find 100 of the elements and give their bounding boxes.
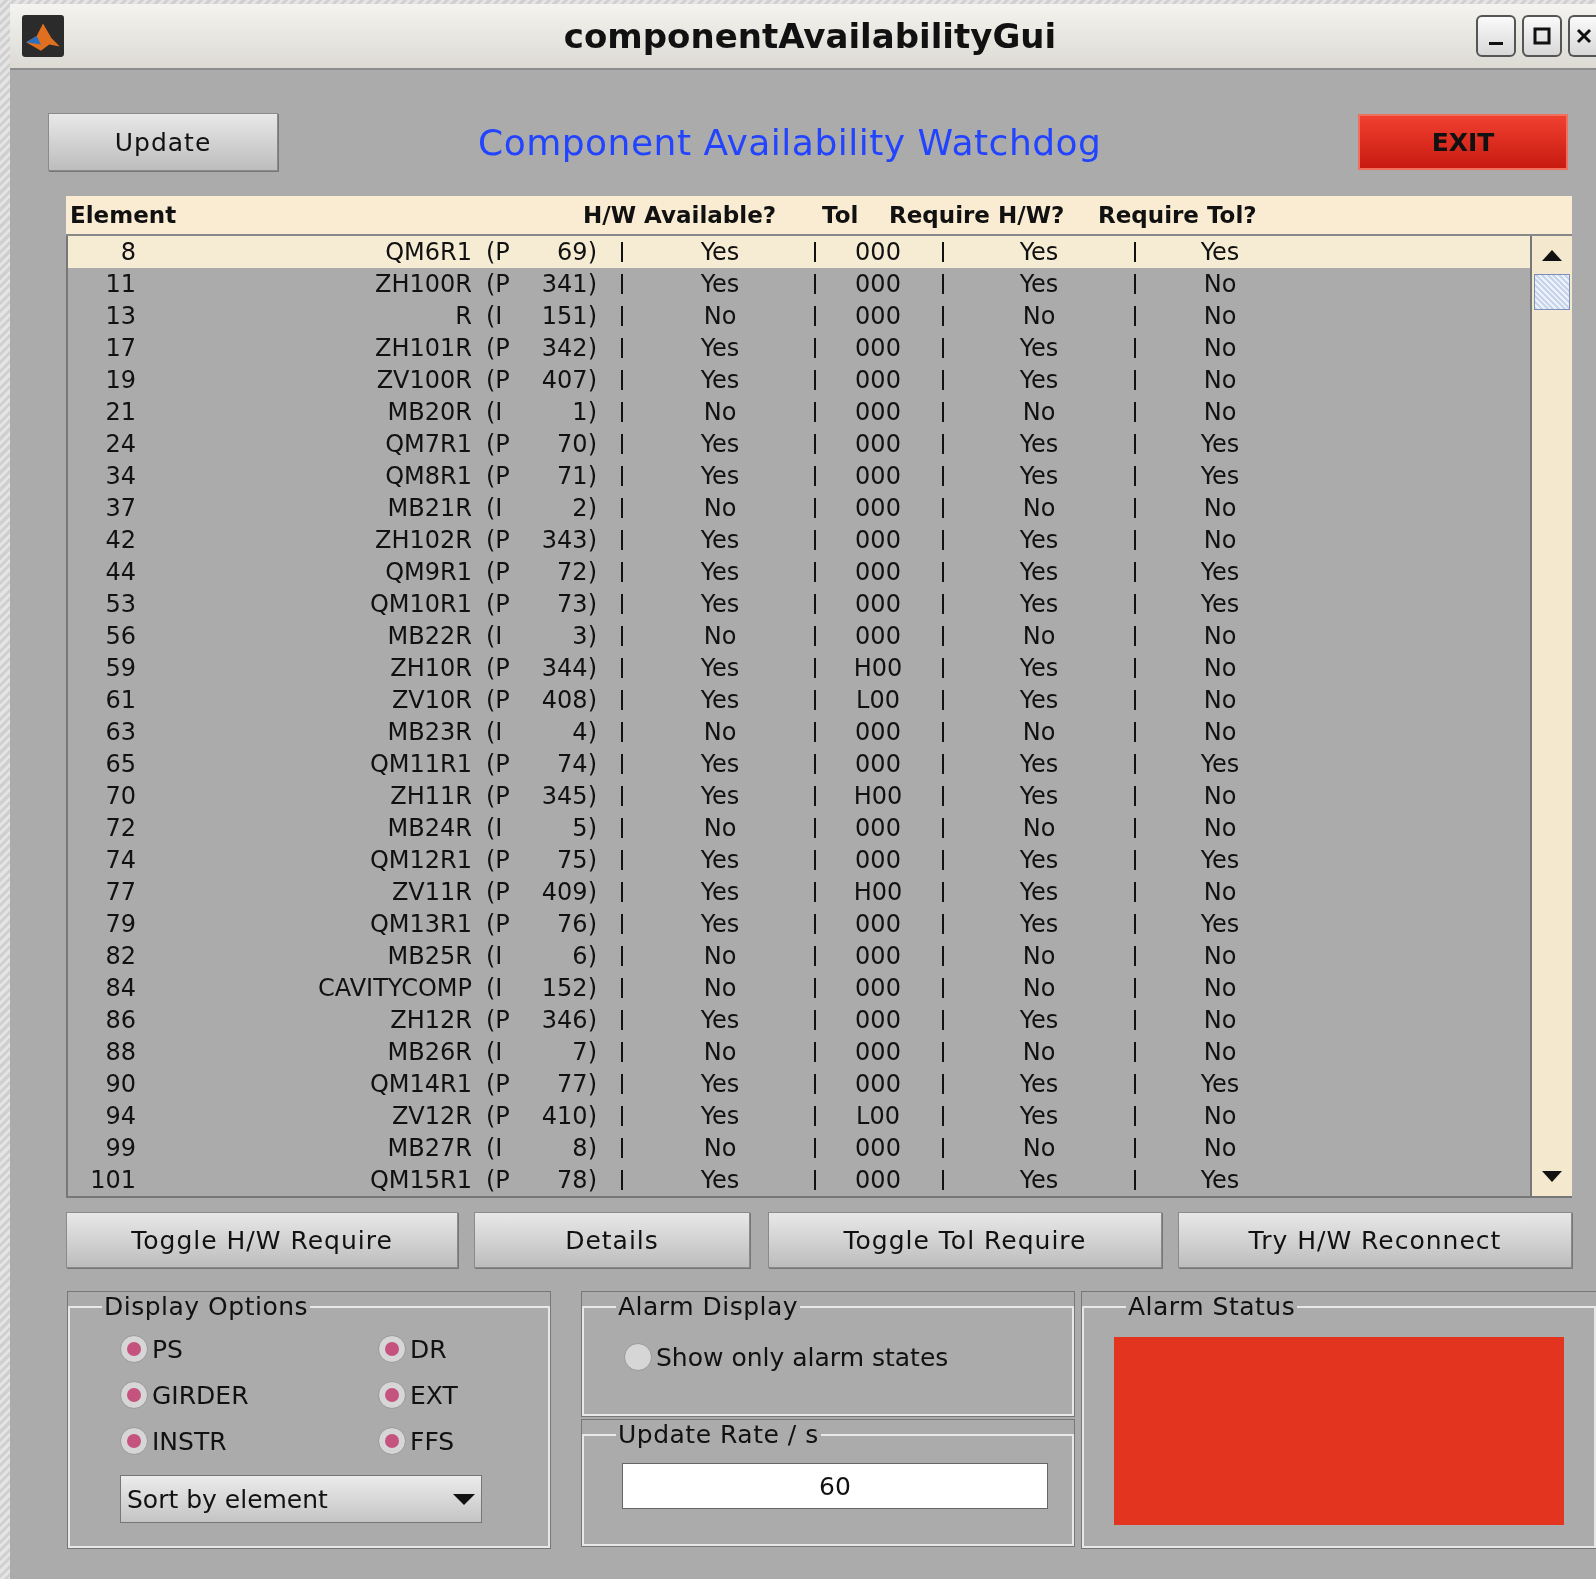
list-row[interactable]: 8 QM6R1 (P 69) Yes 000 Yes Yes [68,236,1530,268]
row-number: 63 [104,718,136,746]
option-radio[interactable]: PS [120,1329,378,1369]
element-id: 343) [540,526,597,554]
row-number: 101 [89,1166,136,1194]
hw-available-cell-text: No [702,974,738,1002]
list-row[interactable]: 101 QM15R1 (P 78) Yes 000 Yes Yes [68,1164,1530,1196]
panel-title: Alarm Status [1127,1292,1297,1321]
element-name: QM11R1 [368,750,472,778]
update-rate-field[interactable]: 60 [622,1463,1048,1509]
list-row[interactable]: 82 MB25R (I 6) No 000 No No [68,940,1530,972]
element-name: ZH12R [389,1006,472,1034]
element-group: (P [486,270,522,298]
action-button[interactable]: Toggle Tol Require [768,1212,1162,1268]
element-name: R [454,302,472,330]
list-row[interactable]: 56 MB22R (I 3) No 000 No No [68,620,1530,652]
panel-title: Display Options [103,1292,310,1321]
element-id: 408) [540,686,597,714]
option-radio[interactable]: INSTR [120,1421,378,1461]
element-name: QM7R1 [384,430,472,458]
list-row[interactable]: 34 QM8R1 (P 71) Yes 000 Yes Yes [68,460,1530,492]
list-row[interactable]: 53 QM10R1 (P 73) Yes 000 Yes Yes [68,588,1530,620]
require-hw-cell-text: No [1021,814,1057,842]
list-row[interactable]: 24 QM7R1 (P 70) Yes 000 Yes Yes [68,428,1530,460]
require-hw-cell-text: Yes [1018,1102,1060,1130]
list-row[interactable]: 61 ZV10R (P 408) Yes L00 Yes No [68,684,1530,716]
list-row[interactable]: 77 ZV11R (P 409) Yes H00 Yes No [68,876,1530,908]
close-button[interactable] [1568,15,1596,57]
require-tol-cell-text: No [1202,814,1238,842]
element-group: (P [486,590,522,618]
tol-cell-text: 000 [854,1134,902,1162]
option-radio[interactable]: FFS [378,1421,528,1461]
require-hw-cell-text: Yes [1018,270,1060,298]
list-row[interactable]: 59 ZH10R (P 344) Yes H00 Yes No [68,652,1530,684]
list-row[interactable]: 72 MB24R (I 5) No 000 No No [68,812,1530,844]
element-group: (I [486,1038,522,1066]
list-row[interactable]: 44 QM9R1 (P 72) Yes 000 Yes Yes [68,556,1530,588]
tol-cell-text: 000 [854,622,902,650]
list-row[interactable]: 42 ZH102R (P 343) Yes 000 Yes No [68,524,1530,556]
down-arrow-icon [1542,1171,1562,1183]
list-row[interactable]: 88 MB26R (I 7) No 000 No No [68,1036,1530,1068]
row-number: 70 [104,782,136,810]
panel-title: Alarm Display [617,1292,800,1321]
list-row[interactable]: 63 MB23R (I 4) No 000 No No [68,716,1530,748]
element-group: (I [486,622,522,650]
minimize-button[interactable] [1476,15,1516,57]
require-tol-cell-text: No [1202,622,1238,650]
maximize-button[interactable] [1522,15,1562,57]
list-row[interactable]: 79 QM13R1 (P 76) Yes 000 Yes Yes [68,908,1530,940]
action-button[interactable]: Toggle H/W Require [66,1212,458,1268]
element-group: (I [486,718,522,746]
element-id: 70) [556,430,597,458]
scroll-thumb[interactable] [1534,274,1570,310]
list-row[interactable]: 11 ZH100R (P 341) Yes 000 Yes No [68,268,1530,300]
action-button[interactable]: Details [474,1212,750,1268]
element-name: MB27R [386,1134,472,1162]
column-header: H/W Available? [583,202,778,228]
option-radio[interactable]: EXT [378,1375,528,1415]
require-hw-cell-text: No [1021,1134,1057,1162]
row-number: 44 [104,558,136,586]
list-row[interactable]: 21 MB20R (I 1) No 000 No No [68,396,1530,428]
list-row[interactable]: 90 QM14R1 (P 77) Yes 000 Yes Yes [68,1068,1530,1100]
exit-button[interactable]: EXIT [1358,114,1568,170]
list-row[interactable]: 99 MB27R (I 8) No 000 No No [68,1132,1530,1164]
up-arrow-icon [1542,249,1562,261]
list-row[interactable]: 13 R (I 151) No 000 No No [68,300,1530,332]
option-radio[interactable]: DR [378,1329,528,1369]
list-row[interactable]: 86 ZH12R (P 346) Yes 000 Yes No [68,1004,1530,1036]
element-name: ZH11R [389,782,472,810]
require-hw-cell-text: No [1021,494,1057,522]
hw-available-cell-text: No [702,1134,738,1162]
element-group: (P [486,1166,522,1194]
require-hw-cell-text: Yes [1018,238,1060,266]
require-hw-cell-text: Yes [1018,1070,1060,1098]
list-row[interactable]: 37 MB21R (I 2) No 000 No No [68,492,1530,524]
scrollbar[interactable] [1530,236,1572,1196]
require-tol-cell-text: No [1202,1102,1238,1130]
element-group: (P [486,430,522,458]
list-row[interactable]: 74 QM12R1 (P 75) Yes 000 Yes Yes [68,844,1530,876]
element-group: (P [486,334,522,362]
update-button[interactable]: Update [48,113,278,171]
sort-dropdown[interactable]: Sort by element [120,1475,482,1523]
element-group: (I [486,974,522,1002]
list-row[interactable]: 19 ZV100R (P 407) Yes 000 Yes No [68,364,1530,396]
list-row[interactable]: 65 QM11R1 (P 74) Yes 000 Yes Yes [68,748,1530,780]
minimize-icon [1489,41,1503,45]
option-radio[interactable]: GIRDER [120,1375,378,1415]
list-row[interactable]: 84 CAVITYCOMP (I 152) No 000 No No [68,972,1530,1004]
require-tol-cell-text: Yes [1199,1070,1241,1098]
hw-available-cell-text: Yes [699,590,741,618]
app-logo-icon [22,15,64,57]
element-group: (P [486,1102,522,1130]
list-row[interactable]: 17 ZH101R (P 342) Yes 000 Yes No [68,332,1530,364]
action-button[interactable]: Try H/W Reconnect [1178,1212,1572,1268]
require-hw-cell-text: Yes [1018,1166,1060,1194]
list-row[interactable]: 94 ZV12R (P 410) Yes L00 Yes No [68,1100,1530,1132]
alarm-only-radio[interactable]: Show only alarm states [624,1337,1052,1377]
require-hw-cell-text: No [1021,398,1057,426]
element-id: 2) [571,494,597,522]
list-row[interactable]: 70 ZH11R (P 345) Yes H00 Yes No [68,780,1530,812]
